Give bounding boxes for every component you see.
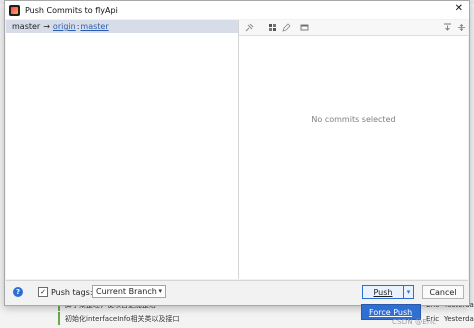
- push-tags-checkbox[interactable]: ✓: [38, 287, 48, 297]
- details-toolbar: [239, 20, 468, 36]
- local-branch-label: master: [12, 22, 41, 31]
- push-tags-scope-select[interactable]: Current Branch ▾: [92, 285, 166, 298]
- remote-branch-link[interactable]: master: [80, 22, 108, 31]
- commit-message: 初始化interfaceInfo相关类以及接口: [65, 314, 180, 323]
- push-commits-dialog: Push Commits to flyApi ✕ master → origin…: [4, 0, 470, 306]
- watermark-text: CSDN @Eric: [392, 318, 437, 326]
- empty-state-text: No commits selected: [311, 115, 396, 124]
- close-icon[interactable]: ✕: [455, 4, 463, 14]
- remote-name-link[interactable]: origin: [53, 22, 76, 31]
- dialog-titlebar[interactable]: Push Commits to flyApi ✕: [5, 1, 469, 19]
- push-button[interactable]: Push ▾: [362, 285, 414, 299]
- window-icon[interactable]: [299, 22, 309, 32]
- branch-mapping-row[interactable]: master → origin : master: [6, 20, 238, 33]
- push-tags-label: Push tags:: [51, 287, 93, 297]
- group-icon[interactable]: [267, 22, 277, 32]
- dialog-title: Push Commits to flyApi: [25, 5, 118, 15]
- push-button-label[interactable]: Push: [363, 288, 403, 297]
- edit-icon[interactable]: [281, 22, 291, 32]
- app-logo-icon: [9, 4, 20, 16]
- chevron-down-icon: ▾: [158, 287, 162, 295]
- commit-date: Yesterday: [444, 314, 474, 323]
- select-value: Current Branch: [96, 287, 157, 296]
- commit-graph: [0, 312, 60, 325]
- collapse-icon[interactable]: [456, 22, 466, 32]
- commit-details-pane: No commits selected: [239, 20, 468, 279]
- pin-icon[interactable]: [244, 22, 254, 32]
- dialog-footer: ? ✓ Push tags: Current Branch ▾ Push ▾ C…: [6, 280, 468, 305]
- remote-separator: :: [76, 22, 80, 31]
- expand-icon[interactable]: [442, 22, 452, 32]
- help-icon[interactable]: ?: [13, 287, 23, 297]
- push-tags-option[interactable]: ✓ Push tags:: [38, 287, 93, 297]
- cancel-button[interactable]: Cancel: [422, 285, 464, 299]
- arrow-right-icon: →: [43, 22, 50, 31]
- force-push-label: Force Push: [369, 307, 413, 317]
- commits-tree-pane: master → origin : master: [6, 20, 239, 279]
- chevron-down-icon[interactable]: ▾: [404, 288, 413, 296]
